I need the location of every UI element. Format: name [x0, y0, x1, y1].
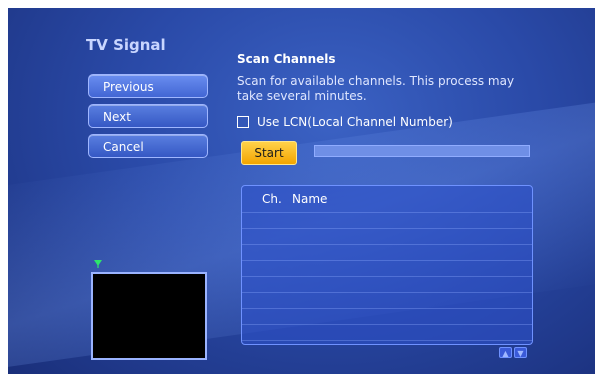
lcn-label: Use LCN(Local Channel Number): [257, 115, 453, 129]
channel-list-header: Ch. Name: [242, 186, 532, 212]
list-row: [242, 340, 532, 344]
column-header-ch: Ch.: [262, 192, 282, 206]
lcn-checkbox[interactable]: [237, 116, 249, 128]
scan-description: Scan for available channels. This proces…: [237, 74, 515, 103]
section-title: Scan Channels: [237, 52, 336, 66]
list-row: [242, 324, 532, 340]
column-header-name: Name: [292, 192, 328, 206]
page-title: TV Signal: [86, 36, 166, 54]
tv-signal-screen: TV Signal Previous Next Cancel Scan Chan…: [8, 8, 595, 374]
channel-list[interactable]: Ch. Name: [241, 185, 533, 345]
list-row: [242, 276, 532, 292]
antenna-signal-icon: [94, 260, 102, 268]
start-button[interactable]: Start: [241, 141, 297, 165]
scan-progress-bar: [314, 145, 530, 157]
tv-preview: [91, 272, 207, 360]
next-button[interactable]: Next: [88, 104, 208, 128]
list-row: [242, 292, 532, 308]
list-row: [242, 228, 532, 244]
list-row: [242, 308, 532, 324]
list-row: [242, 212, 532, 228]
list-row: [242, 244, 532, 260]
list-row: [242, 260, 532, 276]
chevron-down-icon[interactable]: ▼: [514, 347, 527, 358]
previous-button[interactable]: Previous: [88, 74, 208, 98]
list-scroll-arrows: ▲ ▼: [499, 347, 527, 358]
cancel-button[interactable]: Cancel: [88, 134, 208, 158]
chevron-up-icon[interactable]: ▲: [499, 347, 512, 358]
lcn-option[interactable]: Use LCN(Local Channel Number): [237, 115, 453, 129]
